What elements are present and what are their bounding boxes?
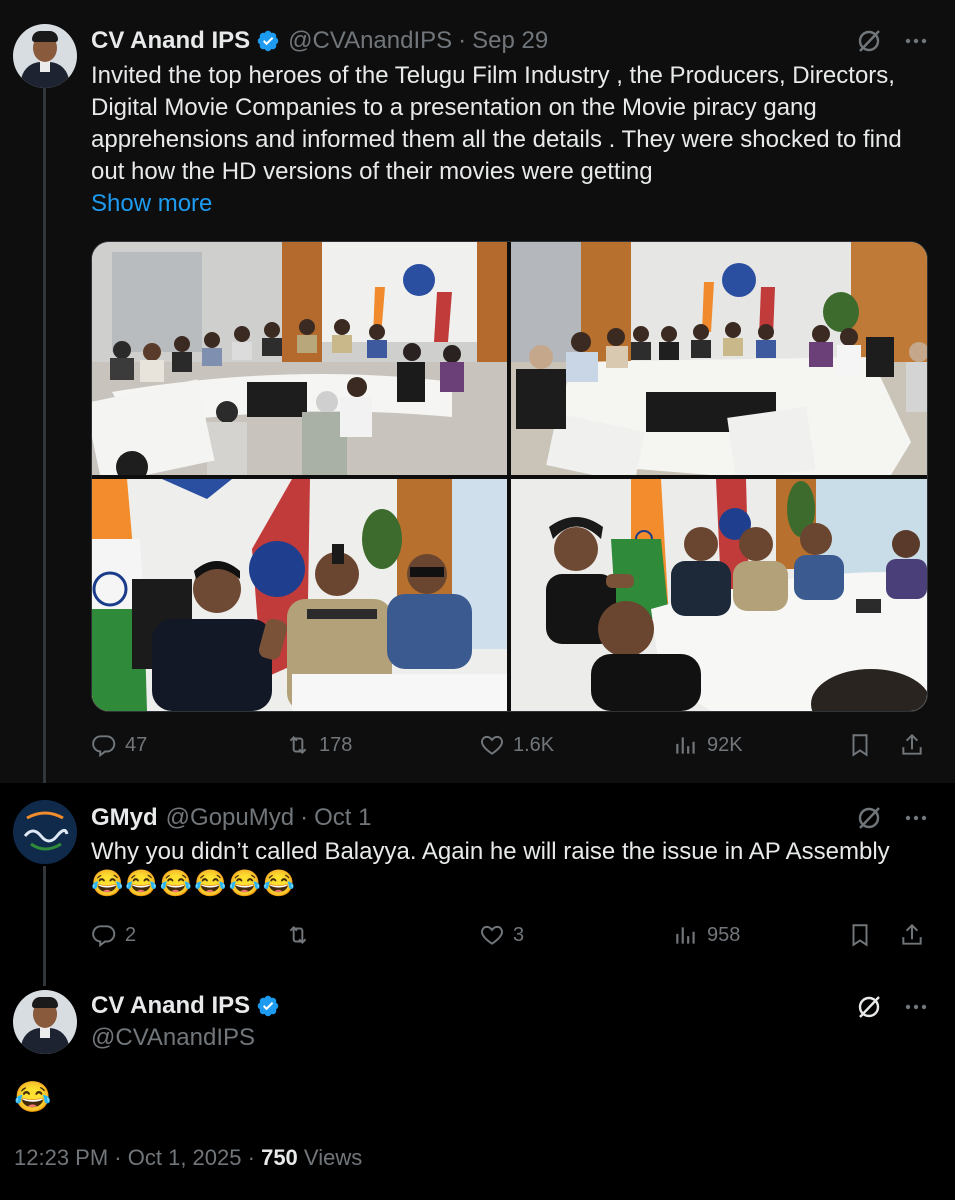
photo-2[interactable] [511,242,927,475]
verified-badge-icon [257,30,279,52]
reply-icon [92,925,116,948]
views-icon [676,927,695,944]
repost-icon [289,736,307,754]
avatar[interactable] [13,800,77,864]
views-count: 750 [261,1145,298,1170]
share-icon[interactable] [899,732,925,758]
share-icon[interactable] [899,922,925,948]
like-icon [481,735,503,755]
separator-dot: · [247,1145,262,1170]
tweet-metadata: 12:23 PM · Oct 1, 2025 · 750 Views [14,1145,362,1171]
views-count: 958 [707,923,741,946]
author-name[interactable]: CV Anand IPS [91,992,250,1020]
verified-badge-icon [257,995,279,1017]
grok-icon[interactable] [856,994,882,1020]
avatar[interactable] [13,24,77,88]
grok-icon[interactable] [856,805,882,831]
avatar[interactable] [13,990,77,1054]
grok-icon[interactable] [856,28,882,54]
author-name[interactable]: CV Anand IPS [91,27,250,55]
tweet-text: Invited the top heroes of the Telugu Fil… [91,62,902,185]
thread-connector [43,866,46,986]
photo-4[interactable] [511,479,927,711]
repost-button[interactable] [285,922,475,948]
repost-button[interactable]: 178 [285,732,475,758]
tweet-full-date[interactable]: Oct 1, 2025 [128,1145,242,1170]
views-icon [676,737,695,754]
views-label: Views [303,1145,363,1170]
views-count: 92K [707,733,743,756]
like-button[interactable]: 3 [479,922,669,948]
views-button[interactable]: 958 [673,922,843,948]
more-icon[interactable] [904,806,928,830]
separator-dot: · [114,1145,128,1170]
author-handle[interactable]: @CVAnandIPS [91,1024,255,1052]
views-button[interactable]: 92K [673,732,843,758]
repost-icon [289,926,307,944]
bookmark-icon[interactable] [847,922,873,948]
reply-icon [92,735,116,758]
author-name[interactable]: GMyd [91,804,158,832]
separator-dot: · [300,804,309,831]
like-count: 3 [513,923,525,946]
like-count: 1.6K [513,733,555,756]
author-handle[interactable]: @CVAnandIPS [288,27,452,55]
show-more-link[interactable]: Show more [91,188,212,220]
author-handle[interactable]: @GopuMyd [166,804,294,832]
reply-count: 47 [125,733,148,756]
tweet-date[interactable]: Oct 1 [314,804,371,832]
tweet-time[interactable]: 12:23 PM [14,1145,108,1170]
photo-1[interactable] [92,242,507,475]
thread-connector [43,88,46,783]
like-button[interactable]: 1.6K [479,732,669,758]
reply-count: 2 [125,923,137,946]
reply-button[interactable]: 47 [91,732,281,758]
more-icon[interactable] [904,995,928,1019]
tweet-original[interactable]: CV Anand IPS @CVAnandIPS · Sep 29 Invite… [0,0,955,783]
photo-3[interactable] [92,479,507,711]
tweet-text: Why you didn’t called Balayya. Again he … [91,838,890,865]
bookmark-icon[interactable] [847,732,873,758]
tweet-emoji: 😂 [14,1081,54,1114]
more-icon[interactable] [904,29,928,53]
media-grid[interactable] [91,241,928,712]
emoji-row: 😂😂😂😂😂😂 [91,868,298,898]
tweet-date[interactable]: Sep 29 [472,27,548,55]
separator-dot: · [458,27,467,54]
repost-count: 178 [319,733,353,756]
reply-button[interactable]: 2 [91,922,281,948]
like-icon [481,925,503,945]
